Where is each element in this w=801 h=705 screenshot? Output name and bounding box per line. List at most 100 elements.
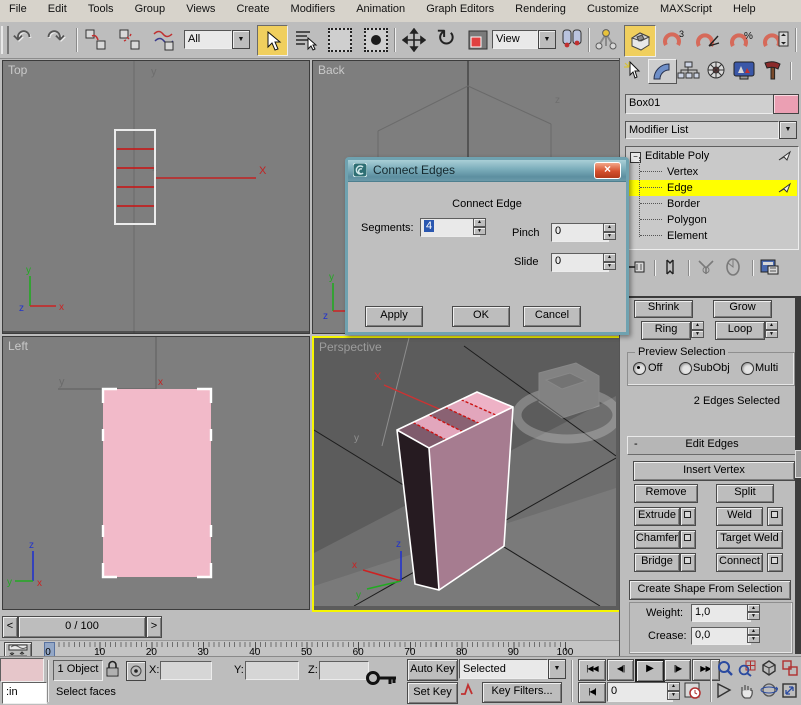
menu-rendering[interactable]: Rendering [506, 0, 575, 18]
rectangular-selection-region-icon[interactable] [326, 26, 354, 54]
pinch-field[interactable]: 0 [551, 223, 609, 242]
apply-button[interactable]: Apply [365, 306, 423, 327]
panel-scrollbar-thumb[interactable] [795, 450, 801, 478]
spinner-snap-icon[interactable] [762, 26, 790, 54]
unlink-selection-icon[interactable] [116, 26, 144, 54]
key-selection-combo[interactable]: Selected ▼ [459, 659, 566, 679]
zoom-extents-icon[interactable] [760, 659, 780, 680]
create-shape-button[interactable]: Create Shape From Selection [629, 580, 791, 600]
snaps-toggle-button[interactable] [624, 25, 656, 57]
y-coord-field[interactable] [245, 661, 299, 680]
undo-icon[interactable]: ↶ [8, 24, 36, 52]
pinch-spinner[interactable]: ▲▼ [603, 223, 616, 240]
viewport-perspective[interactable]: Perspective y X [312, 336, 622, 612]
go-to-start-button[interactable]: |◀◀ [578, 659, 606, 681]
slide-spinner[interactable]: ▲▼ [603, 253, 616, 270]
menu-views[interactable]: Views [177, 0, 224, 18]
bind-to-space-warp-icon[interactable] [150, 26, 178, 54]
menu-graph-editors[interactable]: Graph Editors [417, 0, 503, 18]
select-and-scale-icon[interactable] [464, 26, 492, 54]
previous-frame-button[interactable]: ◀|| [607, 659, 634, 681]
select-by-name-icon[interactable] [292, 26, 320, 54]
modifier-list-combo[interactable]: Modifier List ▼ [625, 121, 797, 139]
x-coord-field[interactable] [160, 661, 212, 680]
time-configuration-icon[interactable] [684, 682, 704, 701]
current-frame-field[interactable]: 0 [607, 682, 673, 702]
set-key-button[interactable]: Set Key [407, 682, 458, 704]
play-button[interactable]: ▶ [635, 659, 665, 683]
tab-display[interactable] [732, 60, 758, 82]
menu-file[interactable]: File [0, 0, 36, 18]
menu-group[interactable]: Group [126, 0, 175, 18]
object-color-swatch[interactable] [773, 94, 799, 114]
split-button[interactable]: Split [716, 484, 774, 503]
ring-button[interactable]: Ring [641, 321, 691, 340]
bridge-settings-button[interactable] [680, 553, 696, 572]
percent-snap-icon[interactable]: % [728, 26, 756, 54]
ok-button[interactable]: OK [452, 306, 510, 327]
next-frame-button[interactable]: ||▶ [664, 659, 691, 681]
snap-3d-icon[interactable]: 3 [660, 26, 688, 54]
crease-field[interactable]: 0,0 [691, 627, 751, 645]
remove-modifier-icon[interactable] [724, 258, 746, 280]
cancel-button[interactable]: Cancel [523, 306, 581, 327]
tab-hierarchy[interactable] [676, 60, 702, 82]
zoom-all-icon[interactable] [738, 659, 758, 680]
schematic-view-icon[interactable] [592, 26, 620, 54]
dialog-title-bar[interactable]: Connect Edges × [348, 160, 626, 182]
arc-rotate-icon[interactable] [760, 682, 780, 702]
weight-spinner[interactable]: ▲▼ [747, 604, 760, 620]
menu-tools[interactable]: Tools [79, 0, 123, 18]
extrude-button[interactable]: Extrude [634, 507, 680, 526]
segments-field[interactable]: 4 [420, 218, 480, 237]
menu-edit[interactable]: Edit [39, 0, 76, 18]
show-end-result-icon[interactable] [662, 258, 682, 280]
crease-spinner[interactable]: ▲▼ [747, 627, 760, 643]
z-coord-field[interactable] [319, 661, 369, 680]
preview-off-radio[interactable] [633, 362, 646, 375]
shrink-button[interactable]: Shrink [634, 300, 693, 318]
dropdown-arrow-icon[interactable]: ▼ [779, 121, 797, 139]
target-weld-button[interactable]: Target Weld [716, 530, 783, 549]
preview-off-label[interactable]: Off [648, 362, 662, 374]
preview-multi-radio[interactable] [741, 362, 754, 375]
tab-modify[interactable] [648, 59, 677, 84]
make-unique-icon[interactable] [696, 258, 718, 280]
loop-button[interactable]: Loop [715, 321, 765, 340]
connect-settings-button[interactable] [767, 553, 783, 572]
stack-item-vertex[interactable]: Vertex [627, 164, 797, 180]
select-and-rotate-icon[interactable]: ↻ [432, 24, 460, 52]
menu-maxscript[interactable]: MAXScript [651, 0, 721, 18]
menu-help[interactable]: Help [724, 0, 765, 18]
selection-filter-combo[interactable]: All ▼ [184, 30, 250, 49]
rollout-collapse-icon[interactable]: - [634, 437, 638, 452]
set-keys-icon[interactable] [366, 665, 398, 695]
auto-key-button[interactable]: Auto Key [407, 659, 458, 681]
dropdown-arrow-icon[interactable]: ▼ [538, 30, 556, 49]
pin-stack-icon[interactable] [626, 258, 650, 280]
zoom-extents-all-icon[interactable] [781, 659, 800, 680]
remove-button[interactable]: Remove [634, 484, 698, 503]
viewport-top[interactable]: Top y z X y x z [2, 60, 310, 334]
time-slider-next-button[interactable]: > [146, 616, 162, 638]
preview-subobj-radio[interactable] [679, 362, 692, 375]
menu-animation[interactable]: Animation [347, 0, 414, 18]
key-filters-button[interactable]: Key Filters... [482, 682, 562, 703]
object-name-field[interactable]: Box01 [625, 94, 777, 114]
loop-spinner[interactable]: ▲▼ [765, 321, 778, 338]
maxscript-mini-listener[interactable]: :in [2, 682, 47, 704]
extrude-settings-button[interactable] [680, 507, 696, 526]
select-and-move-icon[interactable] [400, 26, 428, 54]
absolute-mode-toggle[interactable] [126, 661, 146, 681]
insert-vertex-button[interactable]: Insert Vertex [633, 461, 795, 481]
stack-item-border[interactable]: Border [627, 196, 797, 212]
tab-create[interactable] [622, 60, 648, 82]
slide-field[interactable]: 0 [551, 253, 609, 272]
time-slider-prev-button[interactable]: < [2, 616, 18, 638]
key-mode-toggle-button[interactable]: |◀| [578, 682, 606, 703]
reference-coordinate-combo[interactable]: View ▼ [492, 30, 556, 49]
redo-icon[interactable]: ↷ [42, 24, 70, 52]
configure-modifier-sets-icon[interactable] [760, 258, 784, 280]
tab-utilities[interactable] [760, 60, 786, 82]
default-in-out-tangent-icon[interactable] [459, 682, 477, 701]
